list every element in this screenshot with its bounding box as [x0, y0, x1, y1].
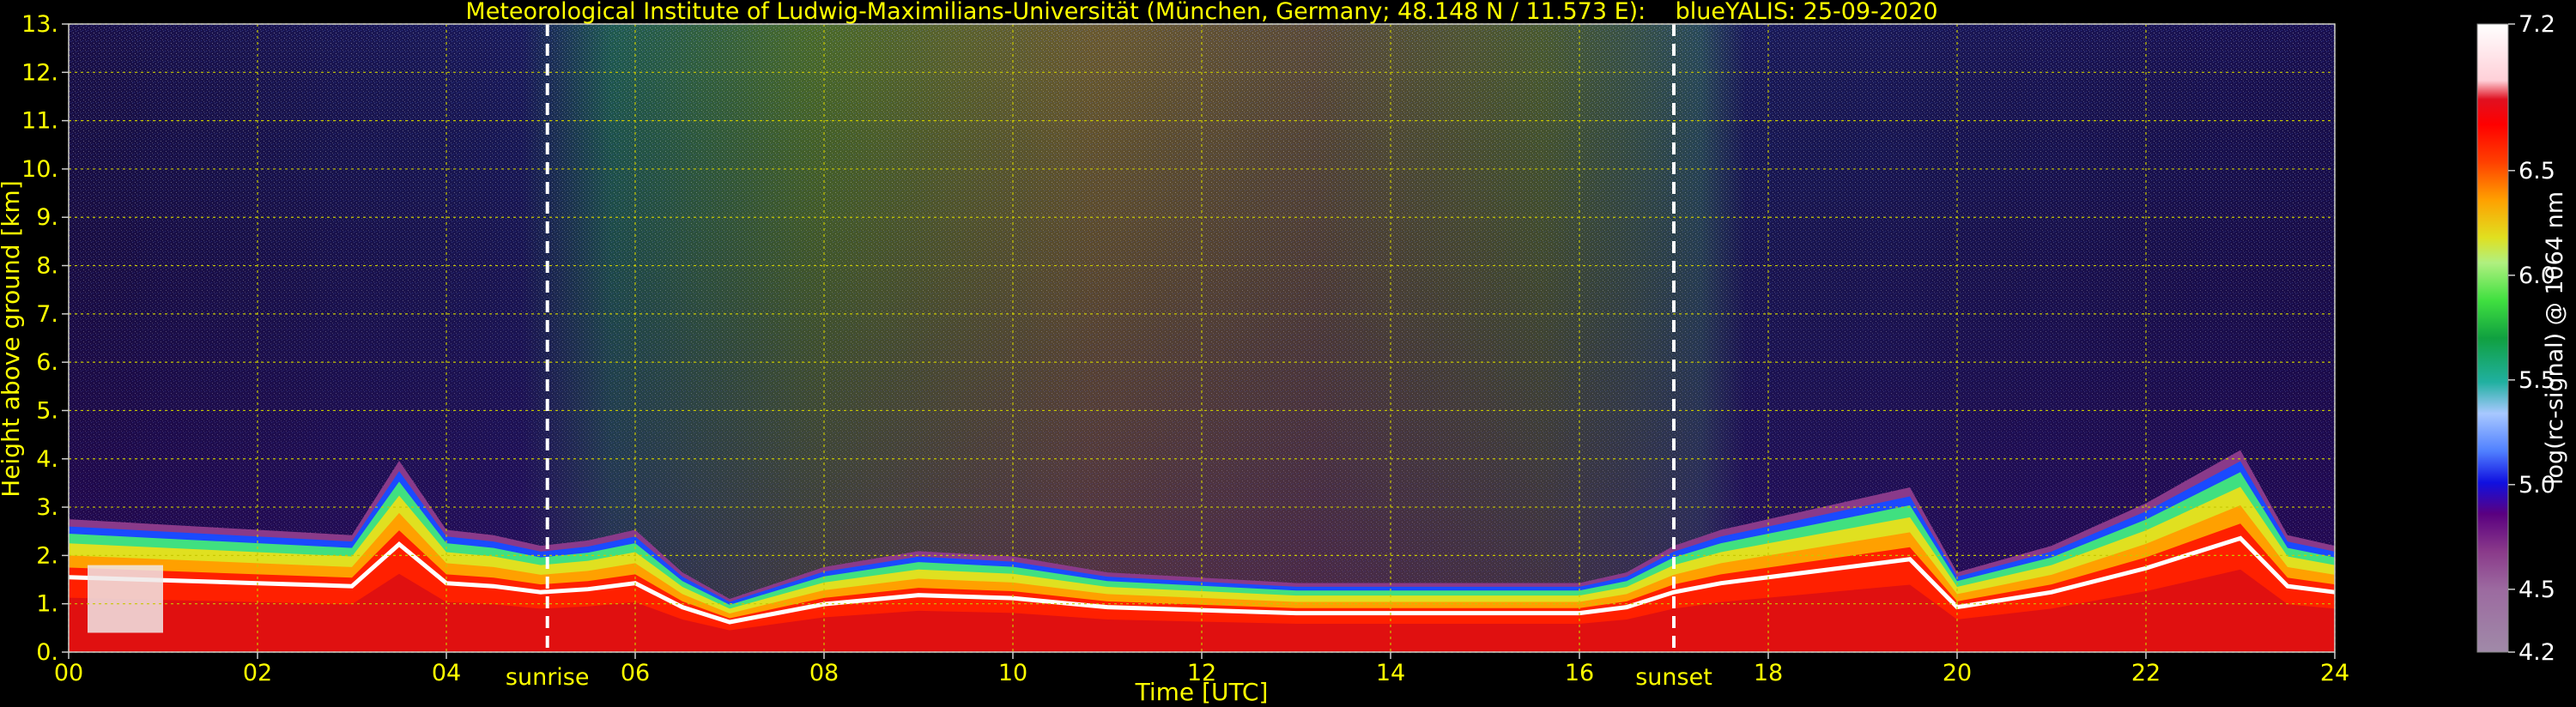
y-tick-label: 6. — [36, 349, 58, 376]
y-tick-label: 10. — [21, 156, 58, 183]
colorbar-tick-label: 7.2 — [2518, 11, 2555, 38]
y-tick-label: 12. — [21, 59, 58, 86]
sunrise-label: sunrise — [506, 664, 590, 691]
y-axis-ticks: 0. 1. 2. 3. 4. 5. 6. 7. 8. 9. 10. 11. 12. 13. — [21, 11, 69, 666]
chart-title: Meteorological Institute of Ludwig-Maxim… — [465, 0, 1937, 25]
x-tick-label: 22 — [2131, 660, 2161, 686]
y-tick-label: 8. — [36, 253, 58, 280]
colorbar-tick-label: 4.2 — [2518, 639, 2555, 666]
y-tick-label: 7. — [36, 301, 58, 328]
x-tick-label: 10 — [998, 660, 1027, 686]
colorbar-tick-label: 4.5 — [2518, 577, 2555, 603]
y-tick-label: 11. — [21, 108, 58, 135]
x-axis-label: Time [UTC] — [1135, 678, 1269, 706]
y-tick-label: 4. — [36, 446, 58, 473]
x-tick-label: 24 — [2320, 660, 2349, 686]
colorbar-gradient — [2476, 23, 2509, 653]
colorbar-label: log(rc-signal) @ 1064 nm — [2542, 191, 2568, 485]
x-tick-label: 18 — [1754, 660, 1783, 686]
x-tick-label: 08 — [809, 660, 839, 686]
y-tick-label: 2. — [36, 542, 58, 569]
x-tick-label: 16 — [1565, 660, 1594, 686]
y-tick-label: 9. — [36, 204, 58, 231]
x-tick-label: 14 — [1376, 660, 1405, 686]
y-tick-label: 1. — [36, 591, 58, 618]
sunset-label: sunset — [1635, 664, 1712, 691]
x-tick-label: 20 — [1943, 660, 1972, 686]
signal-saturation-patch — [88, 565, 163, 633]
y-tick-label: 5. — [36, 397, 58, 424]
y-tick-label: 0. — [36, 639, 58, 666]
x-tick-label: 06 — [621, 660, 650, 686]
y-tick-label: 3. — [36, 494, 58, 521]
colorbar-tick-label: 6.5 — [2518, 158, 2555, 184]
lidar-chart: sunrise sunset 00 02 04 06 08 10 12 14 16 18 20 22 24… — [0, 0, 2568, 706]
x-tick-label: 04 — [432, 660, 461, 686]
y-axis-label: Height above ground [km] — [0, 180, 25, 498]
y-tick-label: 13. — [21, 11, 58, 38]
x-tick-label: 02 — [243, 660, 272, 686]
colorbar: 4.24.55.05.56.06.57.2 log(rc-signal) @ 1… — [2476, 11, 2568, 666]
